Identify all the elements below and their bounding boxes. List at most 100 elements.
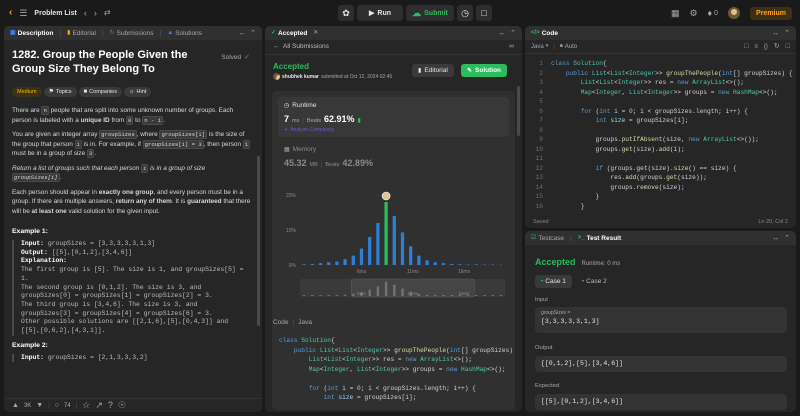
overview-bar (343, 294, 347, 296)
code-line: int size = groupSizes[i]; (323, 394, 417, 401)
analyze-complexity-link[interactable]: Analyze Complexity (290, 127, 334, 133)
memory-section[interactable]: ▦ Memory 45.32 MB | Beats 42.89% (278, 142, 509, 182)
tab-test-result[interactable]: >_ Test Result (578, 235, 621, 242)
tab-description[interactable]: ▣ Description (10, 30, 53, 37)
companies-tag[interactable]: ■ Companies (78, 87, 122, 97)
tab-submissions[interactable]: ↻ Submissions (110, 30, 154, 37)
tab-accepted[interactable]: ✓ Accepted (271, 30, 307, 37)
case-2-tab[interactable]: • Case 2 (576, 275, 613, 288)
question-title: 1282. Group the People Given the Group S… (12, 49, 188, 75)
overview-bar (335, 295, 339, 296)
x-tick-label: 6ms (357, 269, 367, 275)
solution-button[interactable]: ✎ Solution (461, 64, 508, 77)
bug-icon: ✿ (342, 7, 350, 18)
y-tick-label: 20% (286, 193, 297, 199)
link-icon[interactable]: ∞ (509, 43, 514, 50)
close-icon[interactable]: ✕ (313, 30, 318, 36)
editorial-button[interactable]: ▮ Editorial (412, 64, 454, 77)
settings-gear-icon[interactable]: ⚙ (689, 8, 697, 18)
chevron-right-icon[interactable]: › (94, 8, 97, 18)
output-label: Output (535, 345, 553, 351)
star-icon[interactable]: ☆ (82, 401, 90, 410)
tab-testcase[interactable]: ☑ Testcase (531, 235, 564, 242)
auto-mode-toggle[interactable]: ■ Auto (560, 44, 577, 50)
overview-x-label: 5ms (357, 291, 366, 296)
collapse-icon[interactable]: ↔ (772, 235, 779, 242)
chevron-up-icon[interactable]: ⌃ (510, 30, 516, 37)
chevron-down-icon: ▾ (545, 43, 549, 49)
feedback-icon[interactable]: ☉ (118, 401, 126, 410)
leetcode-logo-icon[interactable]: ‹ (9, 8, 12, 18)
top-bar: ‹ ☰ Problem List ‹ › ⇄ ✿ ▶ Run ☁ Submit ◷ … (0, 0, 800, 26)
saved-status: Saved (533, 219, 549, 225)
code-editor[interactable]: 1 2 3 4 5 6 7 8 9 10 11 12 13 14 15 16 class Solution{ … (525, 56, 796, 216)
all-submissions-link[interactable]: ← All Submissions (273, 43, 329, 50)
collapse-icon[interactable]: ↔ (238, 30, 245, 37)
test-result-panel: ☑ Testcase | >_ Test Result ↔ ⌃ Accepted R… (525, 231, 796, 412)
shuffle-icon[interactable]: ⇄ (104, 9, 111, 17)
tab-solutions[interactable]: ▲ Solutions (167, 30, 202, 37)
layout-icon[interactable]: ▦ (671, 8, 680, 18)
histogram-bar (376, 223, 380, 265)
code-tabs: </> Code ↔ ⌃ (525, 26, 796, 40)
tag-icon: ⚑ (48, 89, 54, 95)
submit-button[interactable]: ☁ Submit (406, 5, 454, 21)
hint-tag[interactable]: ☼ Hint (124, 87, 152, 97)
runtime-beats-label: Beats (306, 118, 321, 124)
avatar[interactable] (728, 7, 741, 19)
collapse-icon[interactable]: ↔ (498, 30, 505, 37)
chevron-up-icon[interactable]: ⌃ (250, 30, 256, 37)
difficulty-tag[interactable]: Medium (12, 87, 42, 97)
debug-button[interactable]: ✿ (338, 5, 354, 21)
chevron-up-icon[interactable]: ⌃ (784, 30, 790, 37)
middle-scrollbar[interactable] (517, 86, 520, 136)
submission-tabs: ✓ Accepted ✕ ↔ ⌃ (265, 26, 522, 40)
language-select[interactable]: Java ▾ (531, 44, 548, 50)
runtime-section[interactable]: ◷ Runtime 7 ms | Beats 62.91% ▮ ✦ Analyze … (278, 97, 509, 137)
help-icon[interactable]: ? (108, 401, 113, 410)
submission-status: Accepted (273, 62, 310, 71)
code-line: public List<List<Integer>> groupThePeopl… (565, 69, 793, 77)
format-icon[interactable]: ≡ (754, 43, 758, 50)
runtime-distribution-chart[interactable]: 20% 10% 0% 6ms 11ms 16ms 5ms 11ms 16ms (272, 185, 515, 335)
comment-icon[interactable]: ○ (55, 402, 59, 409)
solved-status: Solved ✓ (221, 54, 250, 61)
cloud-upload-icon: ☁ (412, 7, 422, 18)
output-box: [[0,1,2],[5],[3,4,6]] (535, 356, 787, 372)
user-name[interactable]: shubhek kumar (282, 74, 319, 80)
submitted-time: submitted at Oct 12, 2024 02:45 (320, 73, 393, 80)
description-scrollbar[interactable] (257, 156, 260, 326)
test-tabs: ☑ Testcase | >_ Test Result ↔ ⌃ (525, 231, 796, 245)
fullscreen-icon[interactable]: □ (786, 43, 790, 50)
chevron-left-icon[interactable]: ‹ (84, 8, 87, 18)
run-button[interactable]: ▶ Run (357, 5, 403, 21)
tab-code[interactable]: </> Code (531, 30, 558, 37)
chevron-up-icon[interactable]: ⌃ (784, 235, 790, 242)
x-tick-label: 11ms (407, 269, 419, 275)
thumbs-down-icon[interactable]: ▼ (36, 402, 43, 409)
collapse-icon[interactable]: ↔ (772, 30, 779, 37)
line-numbers: 1 2 3 4 5 6 7 8 9 10 11 12 13 14 15 16 (535, 60, 543, 210)
example-2-block: Input: groupSizes = [2,1,3,3,3,2] (12, 353, 254, 363)
submitted-code: class Solution{ public List<List<Integer… (272, 330, 515, 410)
notes-button[interactable]: □ (476, 5, 492, 21)
braces-icon[interactable]: {} (764, 43, 768, 50)
runtime-beats: 62.91% (324, 114, 355, 124)
timer-button[interactable]: ◷ (457, 5, 473, 21)
code-line: groups.get(size).add(i); (551, 145, 685, 153)
case-1-tab[interactable]: • Case 1 (535, 275, 572, 288)
fire-icon[interactable]: ♦ (708, 8, 713, 18)
topics-tag[interactable]: ⚑ Topics (43, 87, 77, 97)
reset-icon[interactable]: ↻ (774, 43, 780, 50)
problem-list-link[interactable]: Problem List (34, 10, 76, 17)
bookmark-icon[interactable]: □ (744, 43, 748, 50)
premium-button[interactable]: Premium (750, 6, 792, 20)
paragraph-3: Return a list of groups such that each p… (12, 163, 206, 182)
tab-editorial[interactable]: ▮ Editorial (67, 30, 96, 37)
thumbs-up-icon[interactable]: ▲ (12, 402, 19, 409)
code-line: class Solution{ (551, 60, 607, 67)
example-1-block: Input: groupSizes = [3,3,3,3,3,1,3] Outp… (12, 240, 254, 336)
share-icon[interactable]: ↗ (95, 401, 103, 410)
code-text[interactable]: class Solution{ public List<List<Integer… (543, 56, 792, 216)
list-icon[interactable]: ☰ (19, 8, 27, 18)
